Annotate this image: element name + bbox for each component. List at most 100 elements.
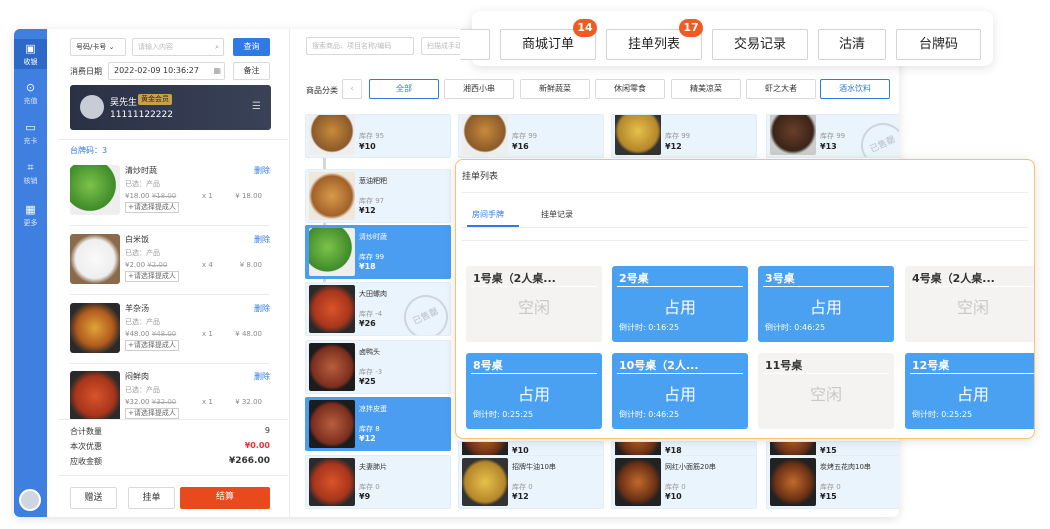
panel-title: 挂单列表 — [462, 172, 499, 182]
user-avatar[interactable] — [19, 489, 41, 511]
date-picker[interactable]: 2022-02-09 10:36:27 ▦ — [108, 62, 225, 80]
product-card[interactable]: 夫妻肺片 库存 0 ¥9 — [305, 455, 451, 509]
product-card-selected[interactable]: 凉拌皮蛋 库存 8 ¥12 — [305, 397, 451, 451]
member-avatar — [80, 95, 104, 119]
product-card[interactable]: 炭烤五花肉10串 库存 0 ¥15 — [766, 455, 899, 509]
order-item-image — [70, 303, 120, 353]
rail-item-more[interactable]: ▦ 更多 — [14, 203, 47, 233]
list-icon[interactable]: ☰ — [252, 101, 261, 112]
category-drinks[interactable]: 酒水饮料 — [820, 79, 890, 99]
product-price: ¥16 — [512, 142, 529, 151]
product-price: ¥18 — [665, 446, 682, 455]
table-name: 11号桌 — [765, 359, 803, 372]
member-search-input[interactable]: 请输入内容 ⌕ — [132, 38, 224, 56]
product-card[interactable]: 库存 95 ¥10 — [305, 114, 451, 158]
table-card[interactable]: 2号桌 占用 倒计时: 0:16:25 — [612, 266, 748, 342]
cashier-icon: ▣ — [25, 42, 36, 55]
table-card[interactable]: 8号桌 占用 倒计时: 0:25:25 — [466, 353, 602, 429]
order-item-selected: 已选：产品 — [125, 180, 160, 188]
category-item[interactable]: 精美凉菜 — [671, 79, 741, 99]
nav-partial-button[interactable] — [460, 29, 490, 60]
category-item[interactable]: 虾之大者 — [746, 79, 816, 99]
chevron-left-icon[interactable]: ‹ — [342, 79, 362, 99]
table-name: 2号桌 — [619, 272, 649, 285]
product-name: 凉拌皮蛋 — [359, 405, 387, 413]
product-card[interactable]: 卤鸭头 库存 -3 ¥25 — [305, 340, 451, 394]
remark-button[interactable]: 备注 — [233, 62, 270, 80]
table-qr-button[interactable]: 台牌码 — [896, 29, 981, 60]
delete-link[interactable]: 删除 — [254, 234, 270, 245]
checkout-button[interactable]: 结算 — [180, 487, 270, 509]
rail-item-recharge[interactable]: ⊙ 充值 — [14, 81, 47, 111]
search-mode-select[interactable]: 号码/卡号 ⌄ — [70, 38, 126, 56]
product-image — [309, 115, 355, 155]
order-item-price: ¥48.00 ¥48.00 — [125, 330, 177, 338]
product-price: ¥26 — [359, 319, 376, 328]
table-card[interactable]: 1号桌（2人桌... 空闲 — [466, 266, 602, 342]
tab-order-records[interactable]: 挂单记录 — [541, 209, 573, 220]
product-image — [615, 115, 661, 155]
commission-picker[interactable]: +请选择提成人 — [125, 408, 179, 419]
delete-link[interactable]: 删除 — [254, 165, 270, 176]
product-image — [309, 285, 355, 333]
product-price: ¥12 — [665, 142, 682, 151]
table-card[interactable]: 12号桌 占用 倒计时: 0:25:25 — [905, 353, 1034, 429]
delete-link[interactable]: 删除 — [254, 371, 270, 382]
commission-picker[interactable]: +请选择提成人 — [125, 340, 179, 351]
table-card[interactable]: 10号桌（2人... 占用 倒计时: 0:46:25 — [612, 353, 748, 429]
sold-out-button[interactable]: 沽清 — [818, 29, 886, 60]
divider — [910, 286, 1034, 287]
product-name: 网红小面筋20串 — [665, 463, 716, 471]
order-item[interactable]: 白米饭 删除 已选：产品 ¥2.00 ¥2.00 x 4 ¥ 8.00 +请选择… — [70, 234, 270, 298]
order-item-price: ¥18.00 ¥18.00 — [125, 192, 177, 200]
rail-item-cashier[interactable]: ▣ 收银 — [14, 39, 47, 69]
table-card[interactable]: 4号桌（2人桌... 空闲 — [905, 266, 1034, 342]
transactions-button[interactable]: 交易记录 — [712, 29, 808, 60]
table-name: 3号桌 — [765, 272, 795, 285]
commission-picker[interactable]: +请选择提成人 — [125, 271, 179, 282]
table-card[interactable]: 11号桌 空闲 — [758, 353, 894, 429]
category-item[interactable]: 休闲零食 — [595, 79, 665, 99]
divider — [910, 373, 1034, 374]
member-card[interactable]: 吴先生 黄金会员 11111122222 ☰ — [70, 85, 271, 130]
sold-out-stamp: 已售罄 — [853, 115, 899, 157]
product-card-selected[interactable]: 清炒时蔬 库存 99 ¥18 — [305, 225, 451, 279]
card-icon: ▭ — [25, 121, 36, 134]
product-search-input[interactable]: 搜索商品、项目名称/编码 — [306, 37, 414, 55]
product-name: 大田螺肉 — [359, 290, 387, 298]
sold-out-stamp: 已售罄 — [396, 287, 450, 335]
product-card[interactable]: 大田螺肉 库存 -4 ¥26 已售罄 — [305, 282, 451, 336]
divider — [763, 373, 889, 374]
table-status: 空闲 — [809, 385, 842, 404]
product-name: 葱油粑粑 — [359, 177, 387, 185]
divider — [70, 294, 270, 295]
product-card[interactable]: 库存 99 ¥12 — [611, 114, 757, 158]
product-stock: 库存 -3 — [359, 368, 383, 376]
query-button[interactable]: 查询 — [233, 38, 270, 56]
product-price: ¥18 — [359, 262, 376, 271]
scan-icon: ⌗ — [27, 161, 34, 174]
product-card[interactable]: 招牌牛油10串 库存 0 ¥12 — [458, 455, 604, 509]
top-quick-nav: 商城订单 14 挂单列表 17 交易记录 沽清 台牌码 — [460, 11, 993, 66]
delete-link[interactable]: 删除 — [254, 303, 270, 314]
category-all[interactable]: 全部 — [369, 79, 439, 99]
product-stock: 库存 0 — [359, 483, 380, 491]
hang-order-button[interactable]: 挂单 — [128, 487, 175, 509]
product-card[interactable]: 库存 99 ¥16 — [458, 114, 604, 158]
category-item[interactable]: 湘西小串 — [444, 79, 514, 99]
table-countdown: 倒计时: 0:16:25 — [619, 323, 680, 332]
order-item[interactable]: 羊杂汤 删除 已选：产品 ¥48.00 ¥48.00 x 1 ¥ 48.00 +… — [70, 303, 270, 367]
commission-picker[interactable]: +请选择提成人 — [125, 202, 179, 213]
tab-room-tags[interactable]: 房间手牌 — [472, 209, 504, 220]
category-item[interactable]: 新鲜蔬菜 — [520, 79, 590, 99]
rail-item-verify[interactable]: ⌗ 核销 — [14, 161, 47, 191]
product-stock: 库存 99 — [820, 132, 846, 140]
product-card[interactable]: 葱油粑粑 库存 97 ¥12 — [305, 169, 451, 223]
rail-item-card[interactable]: ▭ 充卡 — [14, 121, 47, 151]
gift-button[interactable]: 赠送 — [70, 487, 117, 509]
product-card[interactable]: 库存 99 ¥13 已售罄 — [766, 114, 899, 158]
order-item[interactable]: 清炒时蔬 删除 已选：产品 ¥18.00 ¥18.00 x 1 ¥ 18.00 … — [70, 165, 270, 229]
product-card[interactable]: 网红小面筋20串 库存 0 ¥10 — [611, 455, 757, 509]
table-card[interactable]: 3号桌 占用 倒计时: 0:46:25 — [758, 266, 894, 342]
order-item[interactable]: 闷鲜肉 删除 已选：产品 ¥32.00 ¥32.00 x 1 ¥ 32.00 +… — [70, 371, 270, 419]
